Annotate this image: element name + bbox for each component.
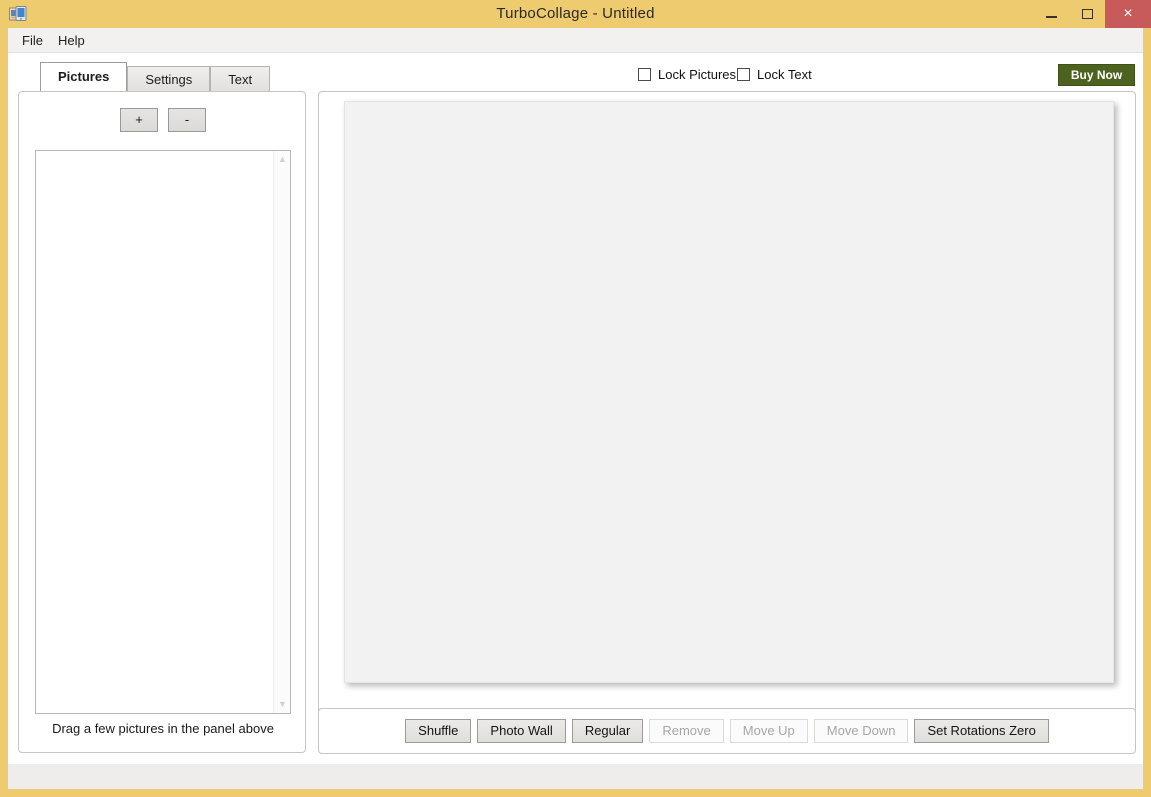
lock-text-label: Lock Text — [757, 67, 812, 82]
client-area: Lock Pictures Lock Text Buy Now Pictures… — [8, 53, 1143, 764]
picture-list-dropzone[interactable] — [36, 151, 273, 713]
application-window: TurboCollage - Untitled × File Help Lock… — [0, 0, 1151, 797]
collage-canvas-panel — [318, 91, 1136, 751]
lock-pictures-checkbox[interactable]: Lock Pictures — [638, 67, 736, 82]
status-bar — [8, 764, 1143, 789]
maximize-icon — [1081, 9, 1093, 19]
menu-item-file[interactable]: File — [14, 28, 51, 53]
scroll-up-icon[interactable]: ▲ — [274, 151, 291, 168]
tab-settings[interactable]: Settings — [127, 66, 211, 91]
close-icon: × — [1123, 5, 1133, 22]
menu-bar: File Help — [8, 28, 1143, 53]
menu-item-help[interactable]: Help — [50, 28, 93, 53]
move-down-button: Move Down — [813, 719, 909, 743]
shuffle-button[interactable]: Shuffle — [405, 719, 472, 743]
minimize-button[interactable] — [1033, 0, 1069, 28]
title-bar: TurboCollage - Untitled × — [0, 0, 1151, 28]
minimize-icon — [1045, 16, 1057, 18]
checkbox-icon — [638, 68, 651, 81]
picture-list-scrollbar[interactable]: ▲ ▼ — [273, 151, 290, 713]
add-picture-button[interactable]: + — [120, 108, 158, 132]
maximize-button[interactable] — [1069, 0, 1105, 28]
collage-canvas[interactable] — [344, 101, 1114, 683]
set-rotations-zero-button[interactable]: Set Rotations Zero — [914, 719, 1049, 743]
photo-wall-button[interactable]: Photo Wall — [477, 719, 566, 743]
tab-text[interactable]: Text — [210, 66, 271, 91]
pictures-panel: + - ▲ ▼ Drag a few pictures in the panel… — [18, 91, 306, 753]
window-controls: × — [1033, 0, 1151, 28]
tab-pictures[interactable]: Pictures — [40, 62, 128, 91]
lock-text-checkbox[interactable]: Lock Text — [737, 67, 812, 82]
scroll-down-icon[interactable]: ▼ — [274, 696, 291, 713]
regular-button[interactable]: Regular — [571, 719, 644, 743]
picture-list[interactable]: ▲ ▼ — [35, 150, 291, 714]
lock-pictures-label: Lock Pictures — [658, 67, 737, 82]
collage-toolbar: Shuffle Photo Wall Regular Remove Move U… — [318, 708, 1136, 754]
remove-button: Remove — [649, 719, 724, 743]
window-title: TurboCollage - Untitled — [496, 5, 655, 22]
drag-hint-text: Drag a few pictures in the panel above — [52, 721, 274, 736]
checkbox-icon — [737, 68, 750, 81]
remove-picture-button[interactable]: - — [168, 108, 206, 132]
tab-strip: Pictures Settings Text — [40, 62, 271, 91]
move-up-button: Move Up — [729, 719, 808, 743]
buy-now-button[interactable]: Buy Now — [1058, 64, 1135, 86]
picture-list-controls: + - — [19, 108, 307, 132]
close-button[interactable]: × — [1105, 0, 1151, 28]
